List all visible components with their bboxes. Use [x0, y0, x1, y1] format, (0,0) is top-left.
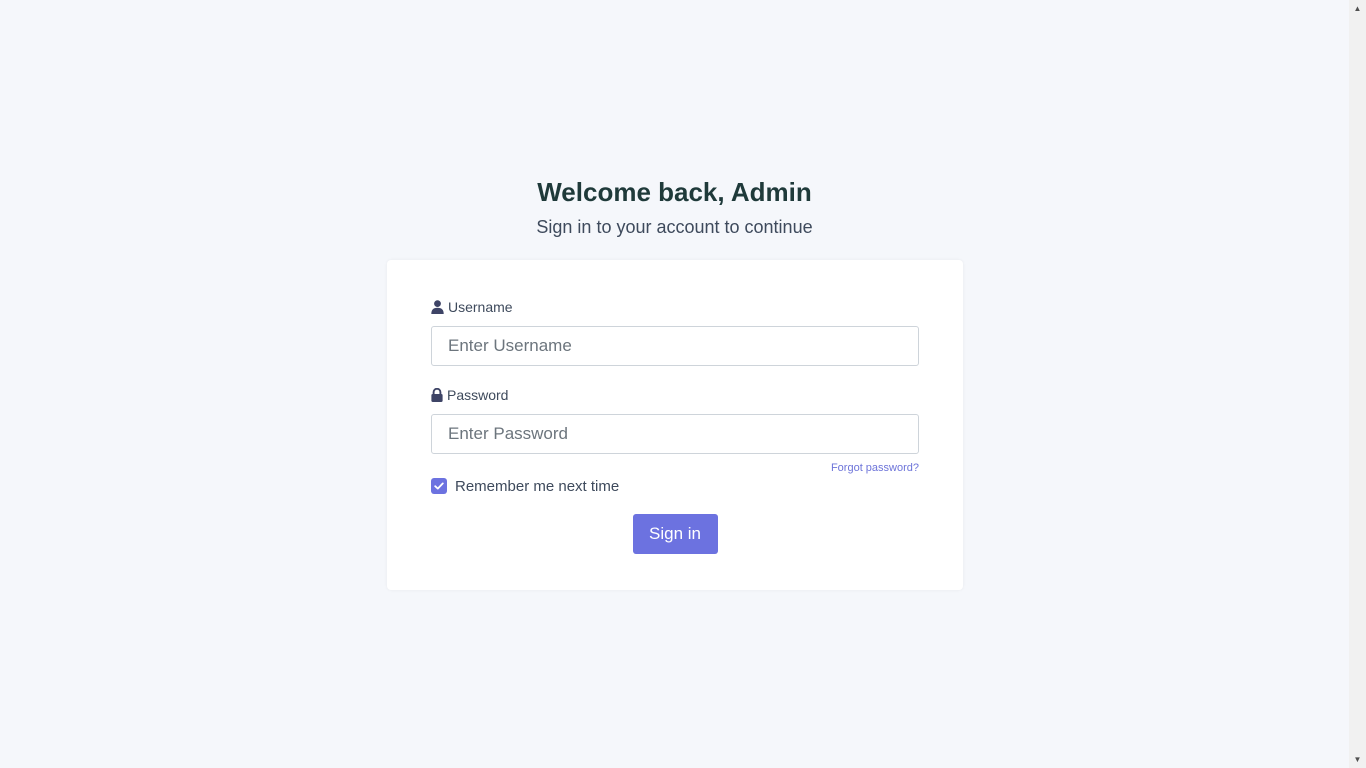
- vertical-scrollbar[interactable]: ▲ ▼: [1349, 0, 1366, 768]
- forgot-password-row: Forgot password?: [431, 458, 919, 474]
- remember-me-label[interactable]: Remember me next time: [455, 478, 619, 495]
- login-page: Welcome back, Admin Sign in to your acco…: [0, 0, 1349, 768]
- password-input[interactable]: [431, 414, 919, 454]
- page-title: Welcome back, Admin: [537, 177, 812, 207]
- scroll-down-arrow-icon[interactable]: ▼: [1349, 751, 1366, 768]
- login-form: Username Password Forgot pass: [431, 298, 919, 554]
- check-icon: [434, 477, 444, 495]
- forgot-password-link[interactable]: Forgot password?: [831, 462, 919, 474]
- username-input[interactable]: [431, 326, 919, 366]
- password-label: Password: [431, 386, 919, 404]
- remember-me-checkbox[interactable]: [431, 478, 447, 494]
- remember-me-row: Remember me next time: [431, 476, 919, 496]
- username-label: Username: [431, 298, 919, 316]
- page-subtitle: Sign in to your account to continue: [536, 217, 813, 237]
- login-card: Username Password Forgot pass: [387, 260, 963, 590]
- lock-icon: [431, 388, 443, 402]
- submit-row: Sign in: [431, 514, 919, 554]
- username-label-text: Username: [448, 299, 513, 315]
- username-group: Username: [431, 298, 919, 366]
- scroll-up-arrow-icon[interactable]: ▲: [1349, 0, 1366, 17]
- password-label-text: Password: [447, 387, 509, 403]
- user-icon: [431, 300, 444, 314]
- login-heading: Welcome back, Admin Sign in to your acco…: [0, 174, 1349, 240]
- password-group: Password: [431, 386, 919, 454]
- sign-in-button[interactable]: Sign in: [632, 514, 718, 554]
